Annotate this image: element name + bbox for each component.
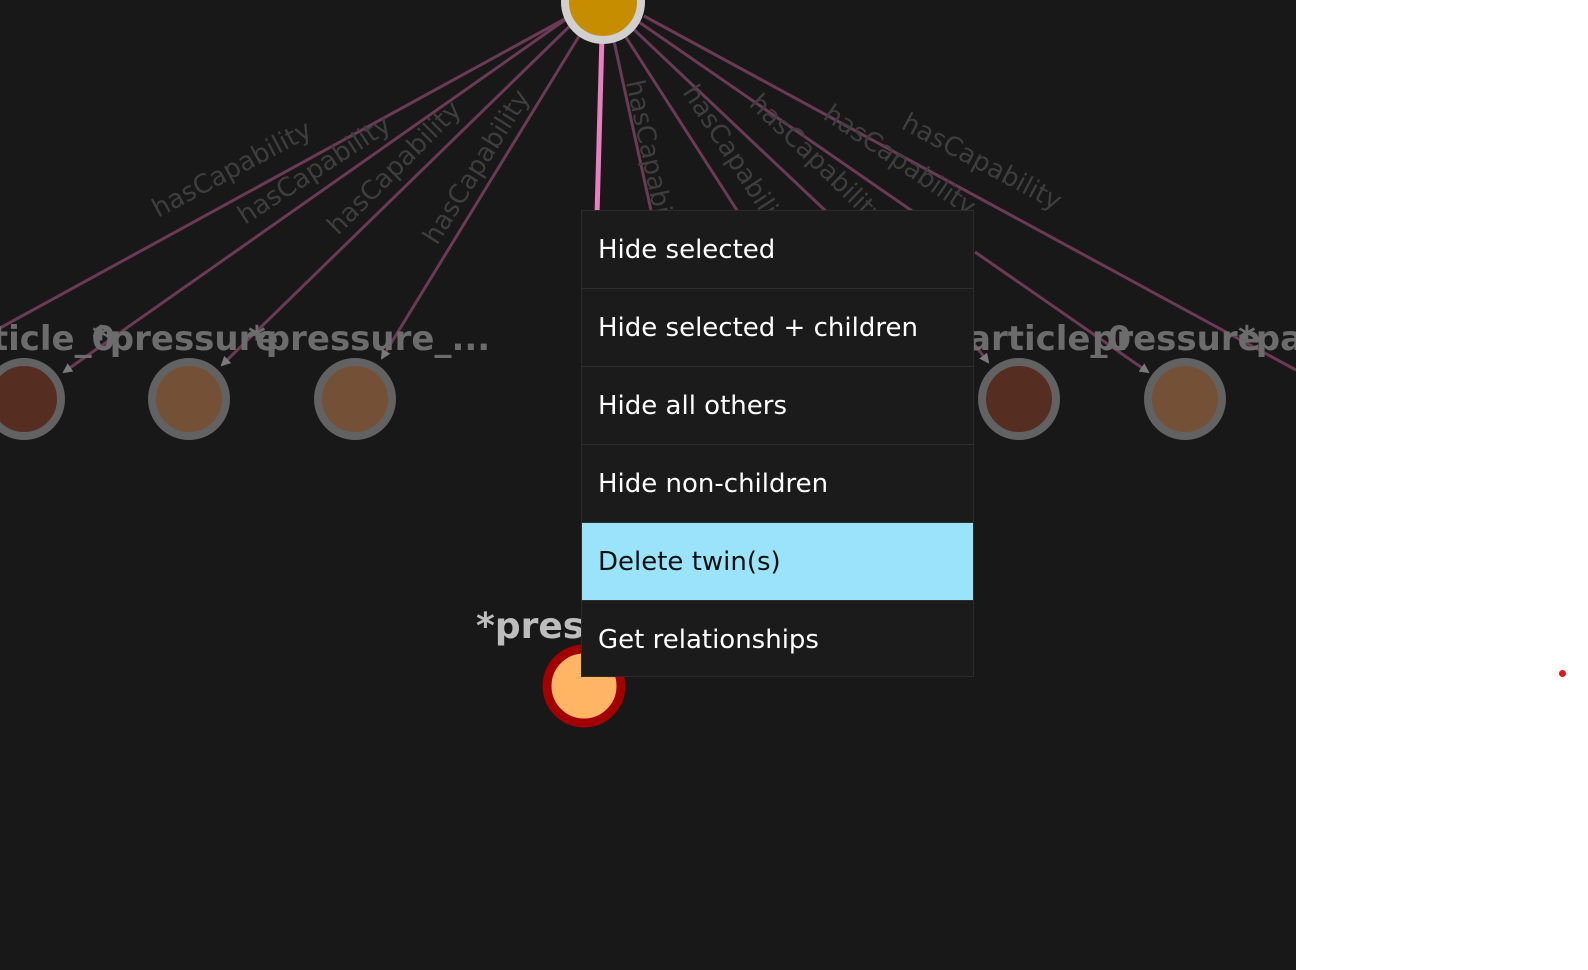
root-twin-node[interactable] — [561, 0, 645, 44]
menu-item-hide-selected[interactable]: Hide selected — [582, 211, 973, 289]
status-dot — [1559, 670, 1566, 677]
node-label: *pressure_... — [248, 319, 490, 359]
twin-node-pressure[interactable] — [1144, 358, 1226, 440]
twin-node-particle[interactable] — [0, 358, 65, 440]
twin-node-pressure[interactable] — [314, 358, 396, 440]
menu-item-delete-twins[interactable]: Delete twin(s) — [582, 523, 973, 601]
menu-item-hide-non-children[interactable]: Hide non-children — [582, 445, 973, 523]
relationship-edge-selected[interactable] — [594, 34, 605, 216]
twin-node-pressure[interactable] — [148, 358, 230, 440]
node-label: pressure — [1092, 319, 1261, 359]
menu-item-hide-selected-children[interactable]: Hide selected + children — [582, 289, 973, 367]
menu-item-hide-all-others[interactable]: Hide all others — [582, 367, 973, 445]
node-label: *pa — [1238, 319, 1296, 359]
context-menu: Hide selected Hide selected + children H… — [581, 210, 974, 677]
twin-node-particle[interactable] — [978, 358, 1060, 440]
menu-item-get-relationships[interactable]: Get relationships — [582, 601, 973, 679]
